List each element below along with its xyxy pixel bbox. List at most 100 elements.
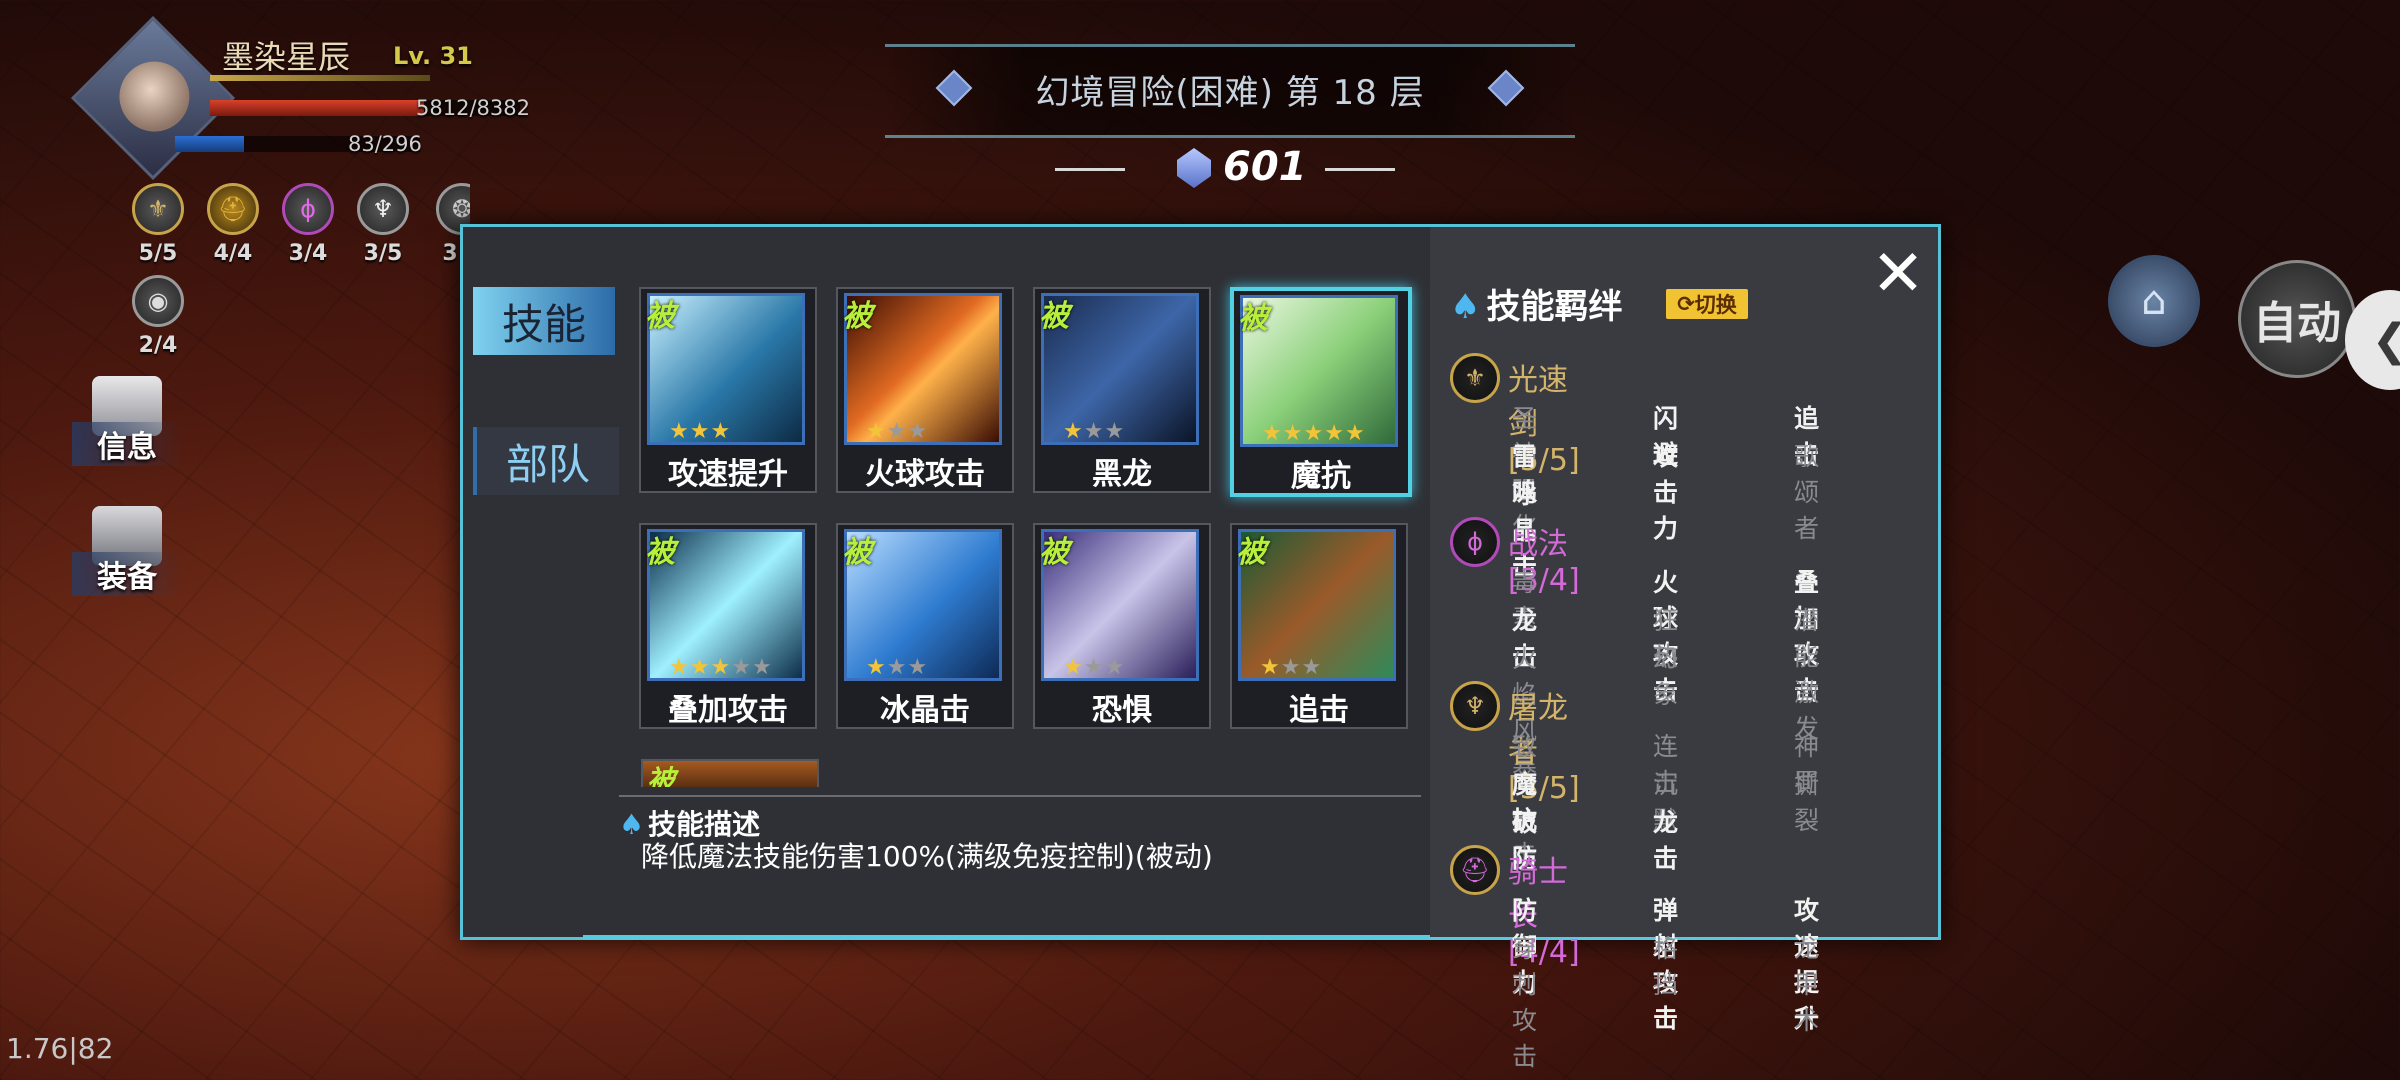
sword-icon: ⚜ [1450, 353, 1500, 403]
star-rating: ★★★ [866, 655, 928, 680]
equipment-label: 装备 [72, 552, 182, 596]
bond-skill-item: 歌颂者 [1794, 442, 1820, 543]
stage-title: 幻境冒险(困难) 第 18 层 [1035, 73, 1425, 113]
gem-counter: 601 [1055, 142, 1395, 198]
star-icon: ★ [1063, 655, 1084, 680]
sword-icon: ⚜ [132, 183, 184, 235]
star-icon: ★ [1104, 419, 1126, 444]
passive-tag: 被 [842, 535, 872, 570]
skill-name: 魔抗 [1291, 459, 1351, 494]
return-icon: ⌂ [2141, 278, 2167, 324]
passive-tag: 被 [1039, 535, 1069, 570]
passive-tag: 被 [647, 764, 676, 787]
star-icon: ★ [669, 655, 690, 680]
tab-skills[interactable]: 技能 [473, 287, 615, 355]
buff-orb[interactable]: ◉ 2/4 [130, 275, 186, 358]
info-button[interactable]: 信息 [72, 376, 182, 466]
star-icon: ★ [866, 419, 887, 444]
skill-card[interactable]: 被 ★★★ 攻速提升 [639, 287, 817, 493]
star-icon: ★ [1083, 655, 1105, 680]
star-icon: ★ [751, 655, 773, 680]
bond-skill-item: 潜能激发 [1794, 606, 1820, 743]
skill-card[interactable]: 被 ★★★ 追击 [1230, 523, 1408, 729]
equipment-button[interactable]: 装备 [72, 506, 182, 596]
chevron-left-icon: ❮ [2372, 315, 2400, 366]
skill-card[interactable]: 被 ★★★ 火球攻击 [836, 287, 1014, 493]
bond-skill-item: 撕裂 [1794, 770, 1820, 835]
bond-skill-item: 龙甲术 [1794, 934, 1820, 1035]
gem-line-right [1325, 168, 1395, 171]
star-rating: ★★★ [866, 419, 928, 444]
wing-icon: ♆ [1450, 681, 1500, 731]
skill-panel: 技能 部队 被 ★★★ 攻速提升被 ★★★ 火球攻击被 ★★★ 黑龙被 ★★★★★ 魔抗被 ★★★… [460, 224, 1941, 1071]
gem-icon [1177, 148, 1211, 188]
star-icon: ★ [866, 655, 887, 680]
buff-sword[interactable]: ⚜ 5/5 [130, 183, 186, 266]
star-icon: ★ [1344, 421, 1366, 446]
info-label: 信息 [72, 422, 182, 466]
star-icon: ★ [710, 655, 732, 680]
star-icon: ★ [886, 655, 908, 680]
helmet-icon: ⛑ [1450, 845, 1500, 895]
star-rating: ★★★ [1063, 655, 1125, 680]
passive-tag: 被 [645, 299, 675, 334]
star-icon: ★ [731, 655, 752, 680]
buff-count: 4/4 [213, 241, 253, 266]
passive-tag: 被 [1039, 299, 1069, 334]
tab-troops[interactable]: 部队 [473, 427, 619, 495]
buff-helmet[interactable]: ⛑ 4/4 [205, 183, 261, 266]
bond-title: ♠ 技能羁绊 [1450, 279, 1622, 328]
star-icon: ★ [1063, 419, 1084, 444]
bond-skill-item: 幻象 [1653, 644, 1679, 709]
star-icon: ★ [1104, 655, 1126, 680]
star-icon: ★ [1324, 421, 1345, 446]
star-icon: ★ [1260, 655, 1281, 680]
avatar-face [119, 61, 190, 132]
close-button[interactable]: ✕ [1869, 242, 1927, 306]
star-icon: ★ [669, 419, 690, 444]
star-icon: ★ [907, 419, 929, 444]
auto-button[interactable]: 自动 [2238, 260, 2356, 378]
return-button[interactable]: ⌂ [2108, 255, 2200, 347]
skill-card[interactable]: 被 ★★★ 黑龙 [1033, 287, 1211, 493]
star-icon: ★ [689, 419, 711, 444]
skill-card[interactable]: 被 ★★★★★ 魔抗 [1230, 287, 1412, 497]
bond-skill-item: 穿刺攻击 [1512, 934, 1538, 1071]
star-icon: ★ [1280, 655, 1302, 680]
star-rating: ★★★ [1063, 419, 1125, 444]
close-icon: ✕ [1871, 237, 1925, 311]
passive-tag: 被 [842, 299, 872, 334]
gem-line-left [1055, 168, 1125, 171]
buff-wing[interactable]: ♆ 3/5 [355, 183, 411, 266]
skill-card-partial[interactable]: 被 [641, 759, 819, 787]
bond-column: ♠ 技能羁绊 ⟳ 切换 ⚜ 光速剑 [5/5] 圣神强化 闪避 追击 雷鸣 攻击力 歌颂者 冰晶击 ϕ… [1430, 227, 1938, 1071]
star-icon: ★ [1262, 421, 1283, 446]
skill-name: 黑龙 [1092, 457, 1152, 492]
fps-readout: 1.76|82 [6, 1032, 114, 1065]
star-icon: ★ [907, 655, 929, 680]
switch-button[interactable]: ⟳ 切换 [1666, 289, 1748, 319]
star-icon: ★ [1083, 419, 1105, 444]
player-avatar[interactable] [70, 15, 236, 181]
staff-icon: ϕ [282, 183, 334, 235]
star-rating: ★★★★★ [1262, 421, 1366, 446]
bond-skill-item: 格挡 [1653, 934, 1679, 999]
star-rating: ★★★ [669, 419, 731, 444]
star-icon: ★ [1301, 655, 1323, 680]
hp-bar-fill [210, 100, 424, 116]
skill-name: 追击 [1289, 693, 1349, 728]
skill-name: 攻速提升 [668, 457, 788, 492]
skill-card[interactable]: 被 ★★★ 冰晶击 [836, 523, 1014, 729]
star-rating: ★★★ [1260, 655, 1322, 680]
bond-skill-item: 龙击 [1653, 808, 1679, 873]
skill-name: 叠加攻击 [668, 693, 788, 728]
passive-tag: 被 [645, 535, 675, 570]
buff-staff[interactable]: ϕ 3/4 [280, 183, 336, 266]
skill-card[interactable]: 被 ★★★ 恐惧 [1033, 523, 1211, 729]
star-icon: ★ [1282, 421, 1304, 446]
auto-label: 自动 [2253, 298, 2341, 349]
player-level: Lv. 31 [393, 42, 473, 70]
buff-count: 2/4 [138, 333, 178, 358]
gem-value: 601 [1223, 144, 1307, 190]
skill-card[interactable]: 被 ★★★★★ 叠加攻击 [639, 523, 817, 729]
